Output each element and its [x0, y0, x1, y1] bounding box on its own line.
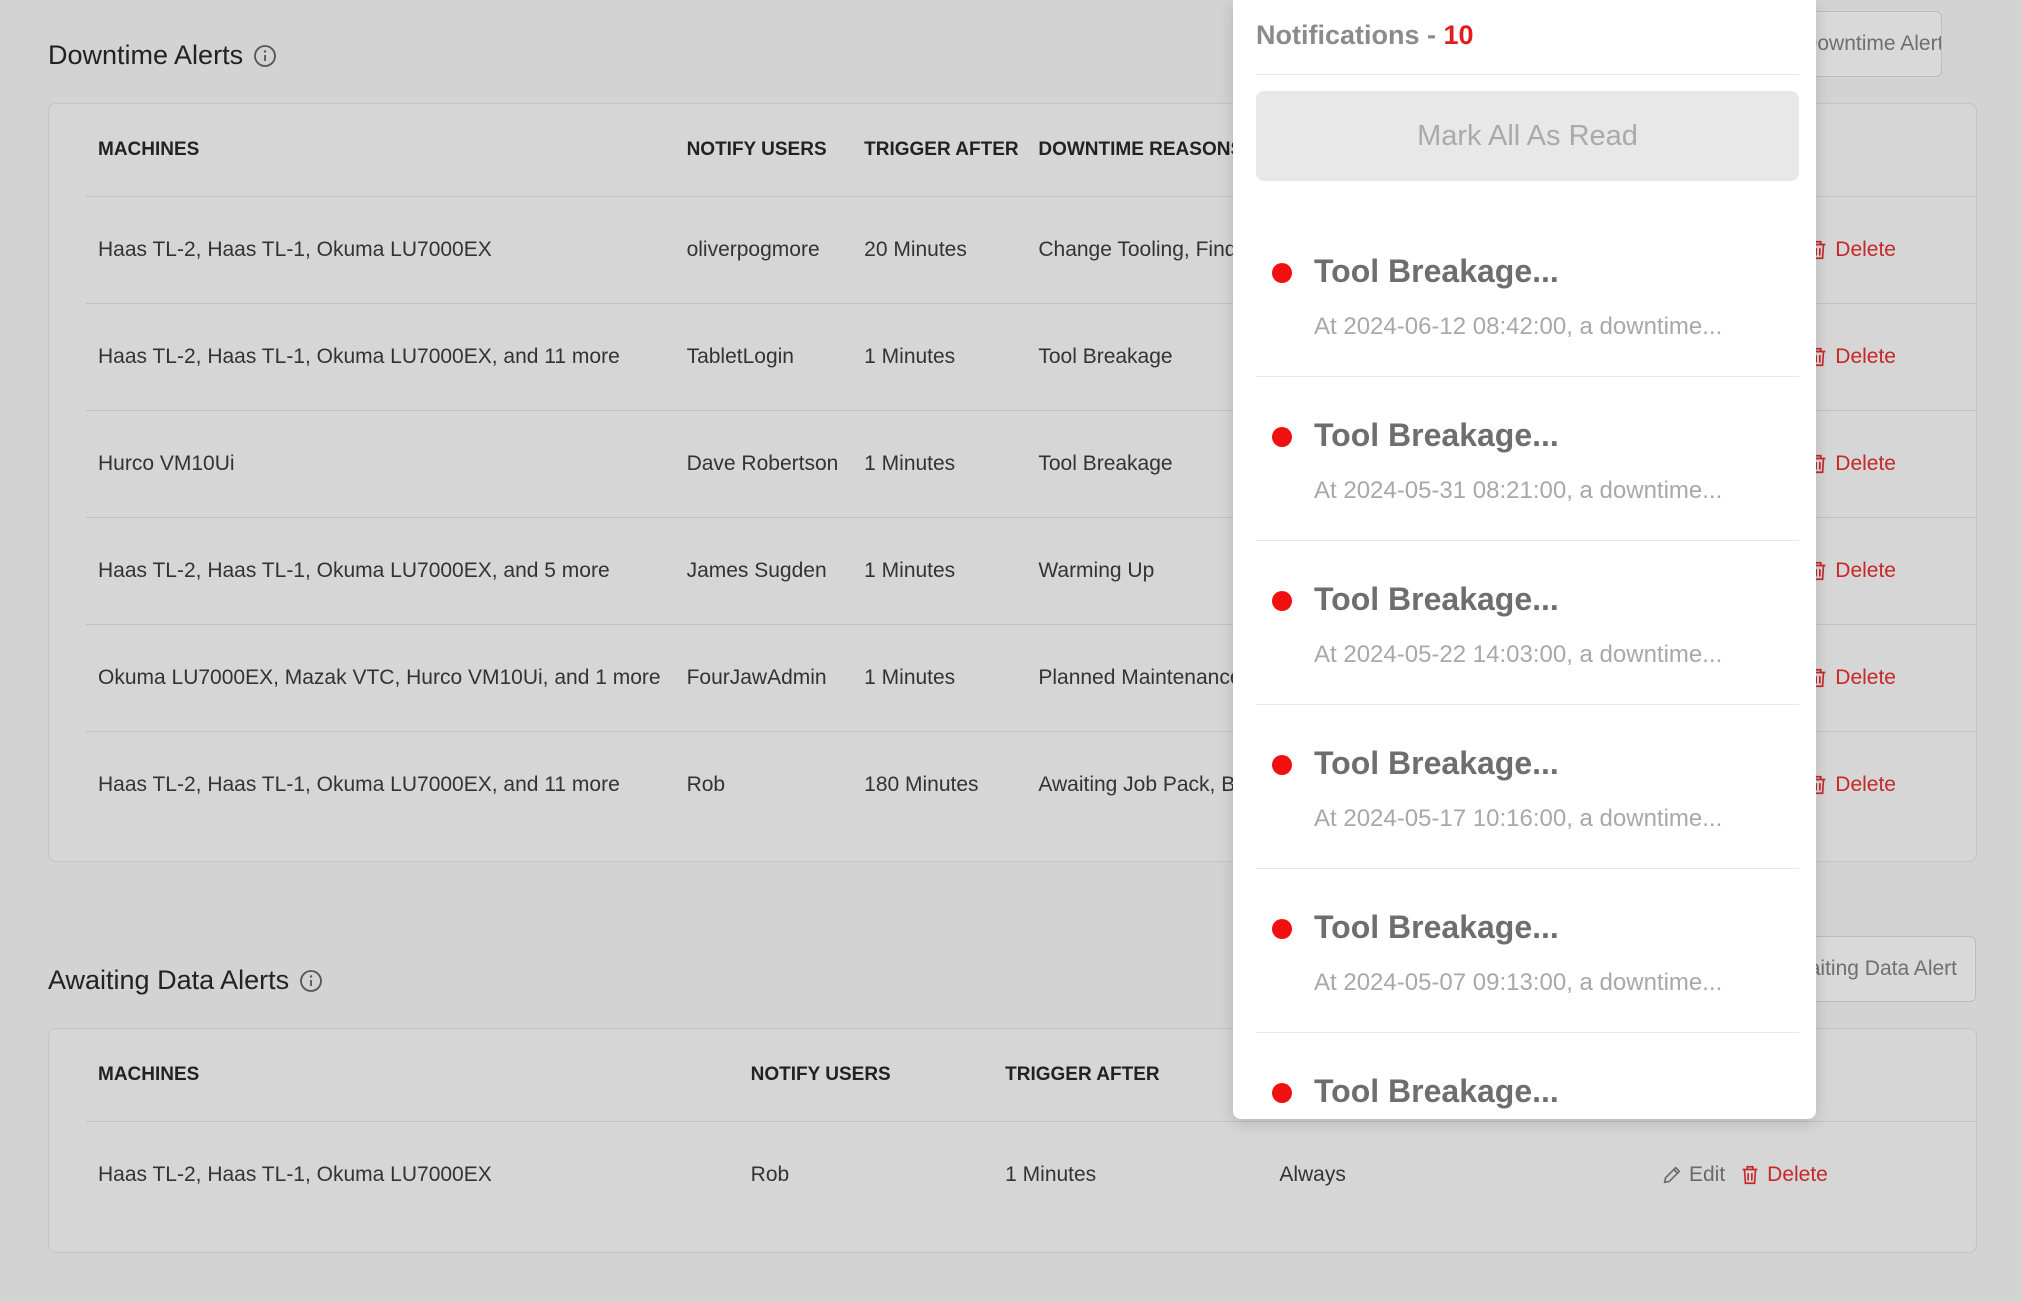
cell-machines: Haas TL-2, Haas TL-1, Okuma LU7000EX, an… [98, 772, 620, 796]
cell-notify-users: TabletLogin [674, 303, 853, 411]
delete-button[interactable]: Delete [1807, 238, 1896, 262]
cell-trigger-after: 1 Minutes [852, 410, 1027, 518]
notification-body: At 2024-05-22 14:03:00, a downtime... [1314, 641, 1723, 668]
delete-label: Delete [1835, 451, 1896, 475]
column-header-machines: MACHINES [86, 1029, 739, 1122]
edit-button[interactable]: Edit [1661, 1163, 1725, 1187]
cell-notify-users: FourJawAdmin [674, 624, 853, 732]
unread-dot-icon [1272, 427, 1292, 447]
notification-title: Tool Breakage... [1314, 581, 1559, 617]
delete-button[interactable]: Delete [1807, 773, 1896, 797]
notification-title: Tool Breakage... [1314, 745, 1559, 781]
cell-schedule: Always [1279, 1162, 1346, 1186]
cell-trigger-after: 180 Minutes [864, 772, 979, 796]
unread-dot-icon [1272, 1083, 1292, 1103]
cell-machines: Haas TL-2, Haas TL-1, Okuma LU7000EX [86, 196, 675, 304]
notification-title: Tool Breakage... [1314, 417, 1559, 453]
notification-item[interactable]: Tool Breakage... At 2024-05-07 09:13:00,… [1256, 869, 1799, 1033]
column-header-notify-users: NOTIFY USERS [738, 1029, 994, 1122]
info-icon[interactable] [253, 44, 277, 68]
awaiting-data-alerts-title: Awaiting Data Alerts [48, 965, 323, 996]
trash-icon [1742, 1165, 1758, 1184]
column-header-machines: MACHINES [86, 104, 675, 197]
cell-trigger-after: 1 Minutes [852, 303, 1027, 411]
cell-notify-users: Rob [686, 772, 726, 796]
delete-label: Delete [1835, 344, 1896, 368]
notifications-count: 10 [1443, 20, 1474, 50]
cell-notify-users: James Sugden [674, 517, 853, 625]
cell-machines: Haas TL-2, Haas TL-1, Okuma LU7000EX, an… [86, 303, 675, 411]
cell-machines: Haas TL-2, Haas TL-1, Okuma LU7000EX [98, 1162, 492, 1186]
notifications-header: Notifications - 10 [1256, 20, 1474, 51]
table-row: Haas TL-2, Haas TL-1, Okuma LU7000EX Rob… [86, 1121, 1976, 1228]
delete-label: Delete [1835, 558, 1896, 582]
notification-body: At 2024-05-17 10:16:00, a downtime... [1314, 805, 1723, 832]
notification-body: At 2024-05-07 09:13:00, a downtime... [1314, 969, 1723, 996]
cell-machines: Hurco VM10Ui [86, 410, 675, 518]
notification-item[interactable]: Tool Breakage... At 2024-05-31 08:21:00,… [1256, 377, 1799, 541]
cell-notify-users: Dave Robertson [674, 410, 853, 518]
unread-dot-icon [1272, 755, 1292, 775]
notification-item[interactable]: Tool Breakage... At 2024-05-17 10:16:00,… [1256, 705, 1799, 869]
awaiting-data-alerts-title-text: Awaiting Data Alerts [48, 965, 290, 995]
cell-trigger-after: 1 Minutes [852, 624, 1027, 732]
delete-button[interactable]: Delete [1807, 452, 1896, 476]
unread-dot-icon [1272, 919, 1292, 939]
notification-item[interactable]: Tool Breakage... At 2024-05-22 14:03:00,… [1256, 541, 1799, 705]
notification-title: Tool Breakage... [1314, 909, 1559, 945]
notification-body: At 2024-06-12 08:42:00, a downtime... [1314, 313, 1723, 340]
delete-label: Delete [1767, 1162, 1828, 1186]
delete-label: Delete [1835, 237, 1896, 261]
delete-label: Delete [1835, 665, 1896, 689]
column-header-trigger-after: TRIGGER AFTER [993, 1029, 1268, 1122]
cell-trigger-after: 20 Minutes [852, 196, 1027, 304]
cell-machines: Okuma LU7000EX, Mazak VTC, Hurco VM10Ui,… [86, 624, 675, 732]
notification-list: Tool Breakage... At 2024-06-12 08:42:00,… [1256, 213, 1799, 1119]
info-icon[interactable] [299, 969, 323, 993]
mark-all-as-read-button[interactable]: Mark All As Read [1256, 91, 1799, 181]
notification-item[interactable]: Tool Breakage... [1256, 1033, 1799, 1119]
cell-trigger-after: 1 Minutes [1005, 1162, 1097, 1186]
cell-notify-users: oliverpogmore [674, 196, 853, 304]
column-header-trigger-after: TRIGGER AFTER [852, 104, 1027, 197]
unread-dot-icon [1272, 591, 1292, 611]
downtime-alerts-title-text: Downtime Alerts [48, 40, 244, 70]
unread-dot-icon [1272, 263, 1292, 283]
notifications-header-label: Notifications - [1256, 20, 1444, 50]
delete-button[interactable]: Delete [1807, 666, 1896, 690]
cell-machines: Haas TL-2, Haas TL-1, Okuma LU7000EX, an… [86, 517, 675, 625]
cell-notify-users: Rob [750, 1162, 790, 1186]
delete-button[interactable]: Delete [1807, 559, 1896, 583]
notification-title: Tool Breakage... [1314, 253, 1559, 289]
edit-label: Edit [1688, 1162, 1726, 1186]
cell-actions: Edit Delete [1649, 1121, 1976, 1228]
delete-button[interactable]: Delete [1739, 1163, 1828, 1187]
column-header-notify-users: NOTIFY USERS [674, 104, 853, 197]
pencil-icon [1663, 1166, 1681, 1184]
downtime-alerts-title: Downtime Alerts [48, 40, 277, 71]
delete-button[interactable]: Delete [1807, 345, 1896, 369]
notification-title: Tool Breakage... [1314, 1073, 1559, 1109]
notification-body: At 2024-05-31 08:21:00, a downtime... [1314, 477, 1723, 504]
divider [1256, 74, 1799, 75]
notifications-panel: Notifications - 10 Mark All As Read Tool… [1233, 0, 1816, 1119]
notification-item[interactable]: Tool Breakage... At 2024-06-12 08:42:00,… [1256, 213, 1799, 377]
delete-label: Delete [1835, 772, 1896, 796]
cell-trigger-after: 1 Minutes [852, 517, 1027, 625]
